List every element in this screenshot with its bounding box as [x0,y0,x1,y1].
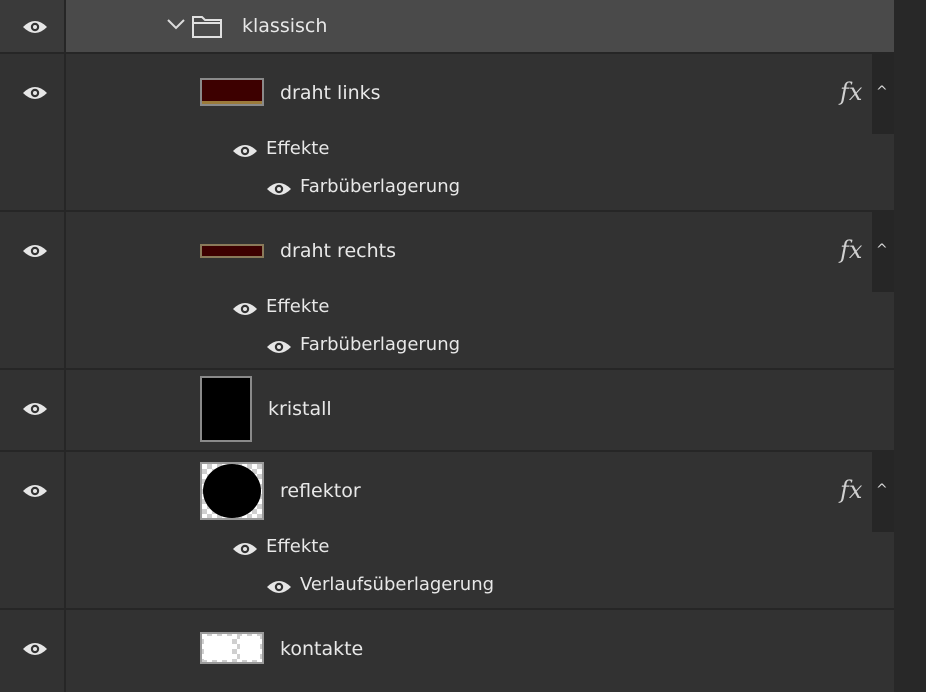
eye-icon[interactable] [22,85,48,101]
eye-icon[interactable] [22,401,48,417]
effect-name[interactable]: Farbüberlagerung [300,176,460,197]
effects-label[interactable]: Effekte [266,138,329,159]
effect-name[interactable]: Farbüberlagerung [300,334,460,355]
eye-icon[interactable] [22,641,48,657]
effects-label[interactable]: Effekte [266,296,329,317]
fx-icon[interactable]: fx [840,476,862,504]
layer-name[interactable]: kontakte [280,638,363,660]
layers-panel: klassisch draht links fx ^ Effekte Farbü… [0,0,926,692]
panel-scrollbar[interactable] [894,0,926,692]
fx-icon[interactable]: fx [840,236,862,264]
effects-label[interactable]: Effekte [266,536,329,557]
layer-row-reflektor[interactable]: reflektor fx ^ Effekte Verlaufsüberlager… [0,452,894,610]
layer-row-draht-rechts[interactable]: draht rechts fx ^ Effekte Farbüberlageru… [0,212,894,370]
folder-icon [192,14,222,38]
layer-thumbnail [200,78,264,106]
collapse-effects-button[interactable]: ^ [872,212,894,292]
chevron-down-icon[interactable] [166,14,186,34]
eye-icon[interactable] [232,301,258,317]
layer-thumbnail [200,244,264,258]
effect-name[interactable]: Verlaufsüberlagerung [300,574,494,595]
layer-row-draht-links[interactable]: draht links fx ^ Effekte Farbüberlagerun… [0,54,894,212]
layer-thumbnail [200,632,264,664]
eye-icon[interactable] [266,181,292,197]
layer-thumbnail [200,462,264,520]
layer-name[interactable]: draht rechts [280,240,396,262]
layer-name[interactable]: draht links [280,82,381,104]
group-row-background [66,0,894,52]
chevron-up-icon: ^ [876,84,888,100]
collapse-effects-button[interactable]: ^ [872,452,894,532]
eye-icon[interactable] [266,339,292,355]
eye-icon[interactable] [22,483,48,499]
visibility-column [0,212,66,368]
group-name[interactable]: klassisch [242,15,327,37]
visibility-column [0,452,66,608]
layer-row-kontakte[interactable]: kontakte [0,610,894,692]
eye-icon[interactable] [266,579,292,595]
eye-icon[interactable] [232,143,258,159]
eye-icon[interactable] [22,243,48,259]
visibility-column [0,54,66,210]
fx-icon[interactable]: fx [840,78,862,106]
layer-thumbnail [200,376,252,442]
chevron-up-icon: ^ [876,242,888,258]
layer-name[interactable]: kristall [268,398,332,420]
eye-icon[interactable] [22,19,48,35]
layer-row-kristall[interactable]: kristall [0,370,894,452]
layer-group-row[interactable]: klassisch [0,0,894,54]
collapse-effects-button[interactable]: ^ [872,54,894,134]
eye-icon[interactable] [232,541,258,557]
chevron-up-icon: ^ [876,482,888,498]
layer-name[interactable]: reflektor [280,480,361,502]
